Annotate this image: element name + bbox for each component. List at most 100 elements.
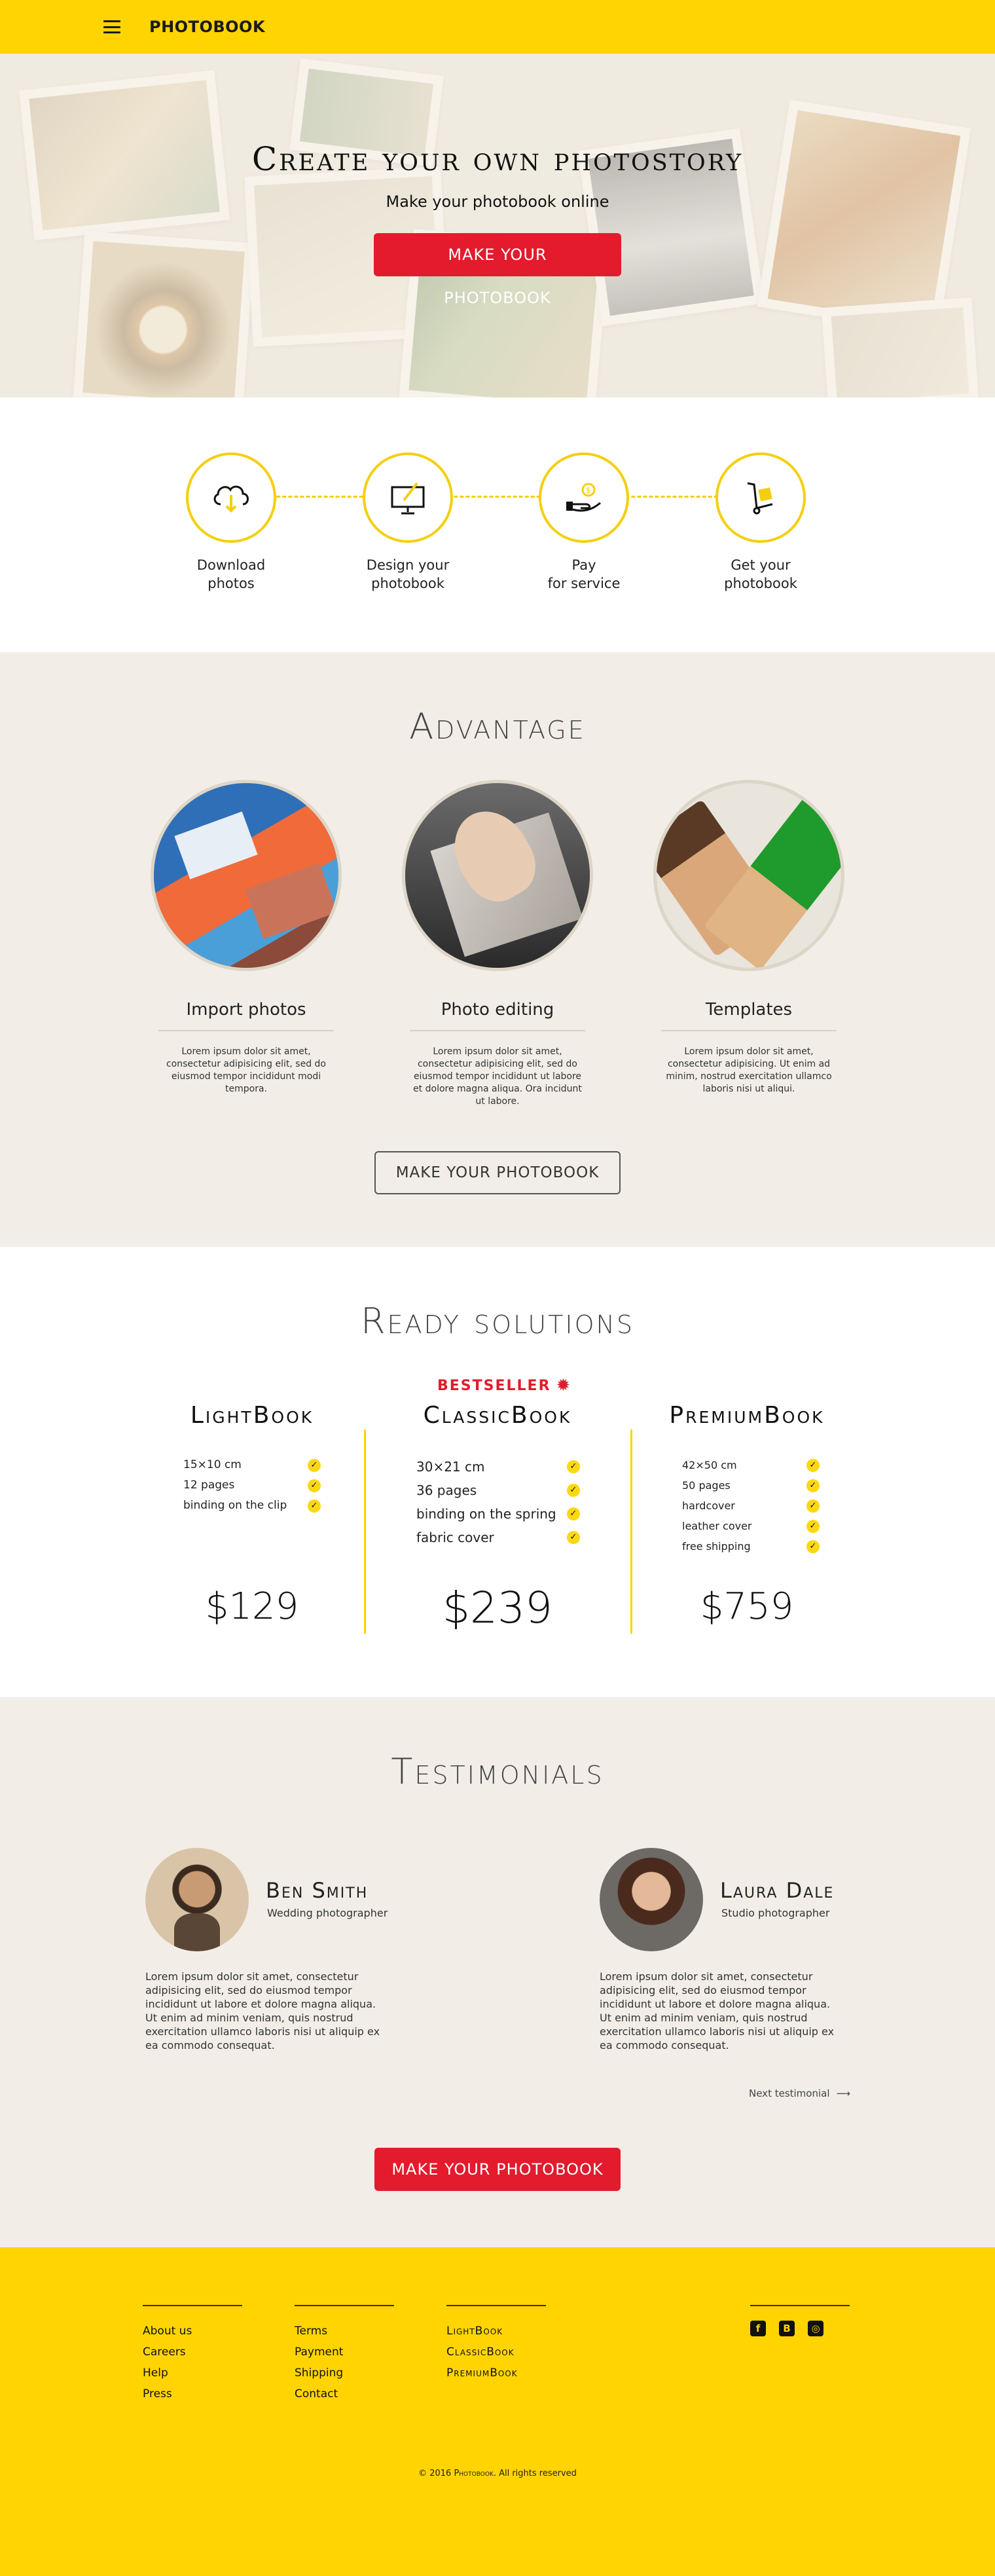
hero-content: Create your own photostory Make your pho… (251, 140, 744, 307)
person-name: Laura Dale (720, 1878, 835, 1903)
person-role: Studio photographer (721, 1907, 830, 1919)
step-get: Get your photobook (695, 452, 826, 593)
footer-link[interactable]: Press (143, 2383, 242, 2404)
plan-feature: 36 pages ✓ (416, 1479, 580, 1502)
advantage-card-templates: Templates Lorem ipsum dolor sit amet, co… (649, 780, 848, 1108)
plan-feature: hardcover ✓ (682, 1496, 820, 1516)
plan-price: $129 (205, 1585, 299, 1628)
plan-feature: binding on the clip ✓ (183, 1496, 321, 1516)
testimonials-section: Testimonials Ben Smith Wedding photograp… (0, 1697, 995, 2247)
step-label-line2: for service (547, 576, 621, 591)
plan-feature: 42×50 cm ✓ (682, 1455, 820, 1475)
footer-link[interactable]: Contact (295, 2383, 394, 2404)
check-icon: ✓ (308, 1458, 321, 1472)
facebook-icon[interactable]: f (750, 2321, 766, 2336)
advantage-card-title: Import photos (186, 1000, 306, 1020)
plan-classicbook: ClassicBook 30×21 cm ✓ 36 pages ✓ binding … (406, 1402, 589, 1633)
hand-coin-icon: $ (539, 452, 629, 543)
ready-solutions-section: Ready solutions BESTSELLER ✹ LightBook 1… (0, 1247, 995, 1697)
advantage-card-text: Lorem ipsum dolor sit amet, consectetur … (166, 1046, 326, 1094)
avatar (145, 1848, 249, 1951)
check-icon: ✓ (567, 1507, 580, 1520)
import-photos-image (151, 780, 342, 971)
check-icon: ✓ (567, 1460, 580, 1473)
step-pay: $ Pay for service (518, 452, 649, 593)
testimonial-laura: Laura Dale Studio photographer Lorem ips… (600, 1848, 841, 2052)
next-testimonial-link[interactable]: Next testimonial ⟶ (749, 2088, 850, 2099)
step-design: Design your photobook (342, 452, 473, 593)
plan-feature: 50 pages ✓ (682, 1475, 820, 1496)
logo[interactable]: PHOTOBOOK (149, 18, 265, 36)
step-label-line2: photobook (371, 576, 444, 591)
testimonials-cta-button[interactable]: MAKE YOUR PHOTOBOOK (374, 2148, 621, 2191)
check-icon: ✓ (308, 1479, 321, 1492)
advantage-card-text: Lorem ipsum dolor sit amet, consectetur … (413, 1046, 582, 1107)
step-label-line2: photos (208, 576, 255, 591)
footer-link[interactable]: PremiumBook (446, 2363, 546, 2383)
plan-name: LightBook (190, 1402, 314, 1429)
templates-image (653, 780, 844, 971)
process-steps: Download photos Design your photobook $ Pa… (0, 397, 995, 652)
testimonials-title: Testimonials (391, 1751, 604, 1792)
next-testimonial-label: Next testimonial (749, 2088, 830, 2099)
plan-feature: 30×21 cm ✓ (416, 1455, 580, 1479)
behance-icon[interactable]: B (779, 2321, 795, 2336)
advantage-title: Advantage (409, 706, 586, 747)
plan-feature: binding on the spring ✓ (416, 1502, 580, 1526)
footer-column-products: LightBook ClassicBook PremiumBook (446, 2305, 546, 2383)
site-header: PHOTOBOOK (0, 0, 995, 54)
site-footer: About us Careers Help Press Terms Paymen… (0, 2247, 995, 2576)
footer-link[interactable]: ClassicBook (446, 2342, 546, 2363)
advantage-card-title: Photo editing (441, 1000, 554, 1020)
footer-link[interactable]: Payment (295, 2342, 394, 2363)
step-label-line1: Download (196, 557, 266, 573)
footer-column-social: f B ◎ (750, 2305, 850, 2336)
steps-connector (229, 496, 759, 498)
arrow-right-icon: ⟶ (836, 2088, 851, 2099)
check-icon: ✓ (806, 1479, 820, 1492)
step-label-line1: Design your (366, 557, 450, 573)
person-name: Ben Smith (266, 1878, 369, 1903)
plan-divider (364, 1429, 366, 1634)
plan-divider (630, 1429, 632, 1634)
advantage-section: Advantage Import photos Lorem ipsum dolo… (0, 652, 995, 1247)
footer-link[interactable]: Careers (143, 2342, 242, 2363)
advantage-cta-button[interactable]: MAKE YOUR PHOTOBOOK (374, 1151, 621, 1194)
check-icon: ✓ (806, 1539, 820, 1553)
footer-link[interactable]: Help (143, 2363, 242, 2383)
testimonial-text: Lorem ipsum dolor sit amet, consectetur … (145, 1970, 380, 2052)
testimonial-ben: Ben Smith Wedding photographer Lorem ips… (145, 1848, 388, 2052)
footer-link[interactable]: LightBook (446, 2321, 546, 2342)
plan-feature: 15×10 cm ✓ (183, 1455, 321, 1475)
step-label-line2: photobook (724, 576, 797, 591)
instagram-icon[interactable]: ◎ (808, 2321, 823, 2336)
footer-column-company: About us Careers Help Press (143, 2305, 242, 2404)
check-icon: ✓ (806, 1499, 820, 1513)
check-icon: ✓ (567, 1484, 580, 1497)
hero-cta-button[interactable]: MAKE YOUR PHOTOBOOK (374, 233, 621, 307)
step-label-line1: Get your (731, 557, 791, 573)
advantage-card-text: Lorem ipsum dolor sit amet, consectetur … (666, 1046, 832, 1094)
sun-icon: ✹ (556, 1376, 572, 1395)
footer-link[interactable]: Terms (295, 2321, 394, 2342)
check-icon: ✓ (806, 1458, 820, 1472)
check-icon: ✓ (806, 1519, 820, 1533)
hero-section: Create your own photostory Make your pho… (0, 54, 995, 397)
footer-link[interactable]: Shipping (295, 2363, 394, 2383)
plan-premiumbook: PremiumBook 42×50 cm ✓ 50 pages ✓ hardcove… (661, 1402, 833, 1628)
plan-feature: leather cover ✓ (682, 1516, 820, 1536)
copyright: © 2016 Photobook. All rights reserved (418, 2469, 577, 2478)
plan-feature: fabric cover ✓ (416, 1526, 580, 1549)
menu-icon[interactable] (103, 20, 120, 33)
plan-feature: 12 pages ✓ (183, 1475, 321, 1496)
plan-lightbook: LightBook 15×10 cm ✓ 12 pages ✓ binding on… (177, 1402, 327, 1628)
plan-price: $239 (443, 1583, 552, 1633)
footer-column-info: Terms Payment Shipping Contact (295, 2305, 394, 2404)
check-icon: ✓ (308, 1499, 321, 1513)
step-label-line1: Pay (571, 557, 596, 573)
bestseller-badge: BESTSELLER ✹ (437, 1377, 571, 1394)
photo-editing-image (402, 780, 593, 971)
hero-title: Create your own photostory (251, 140, 744, 178)
footer-link[interactable]: About us (143, 2321, 242, 2342)
advantage-card-title: Templates (705, 1000, 793, 1020)
